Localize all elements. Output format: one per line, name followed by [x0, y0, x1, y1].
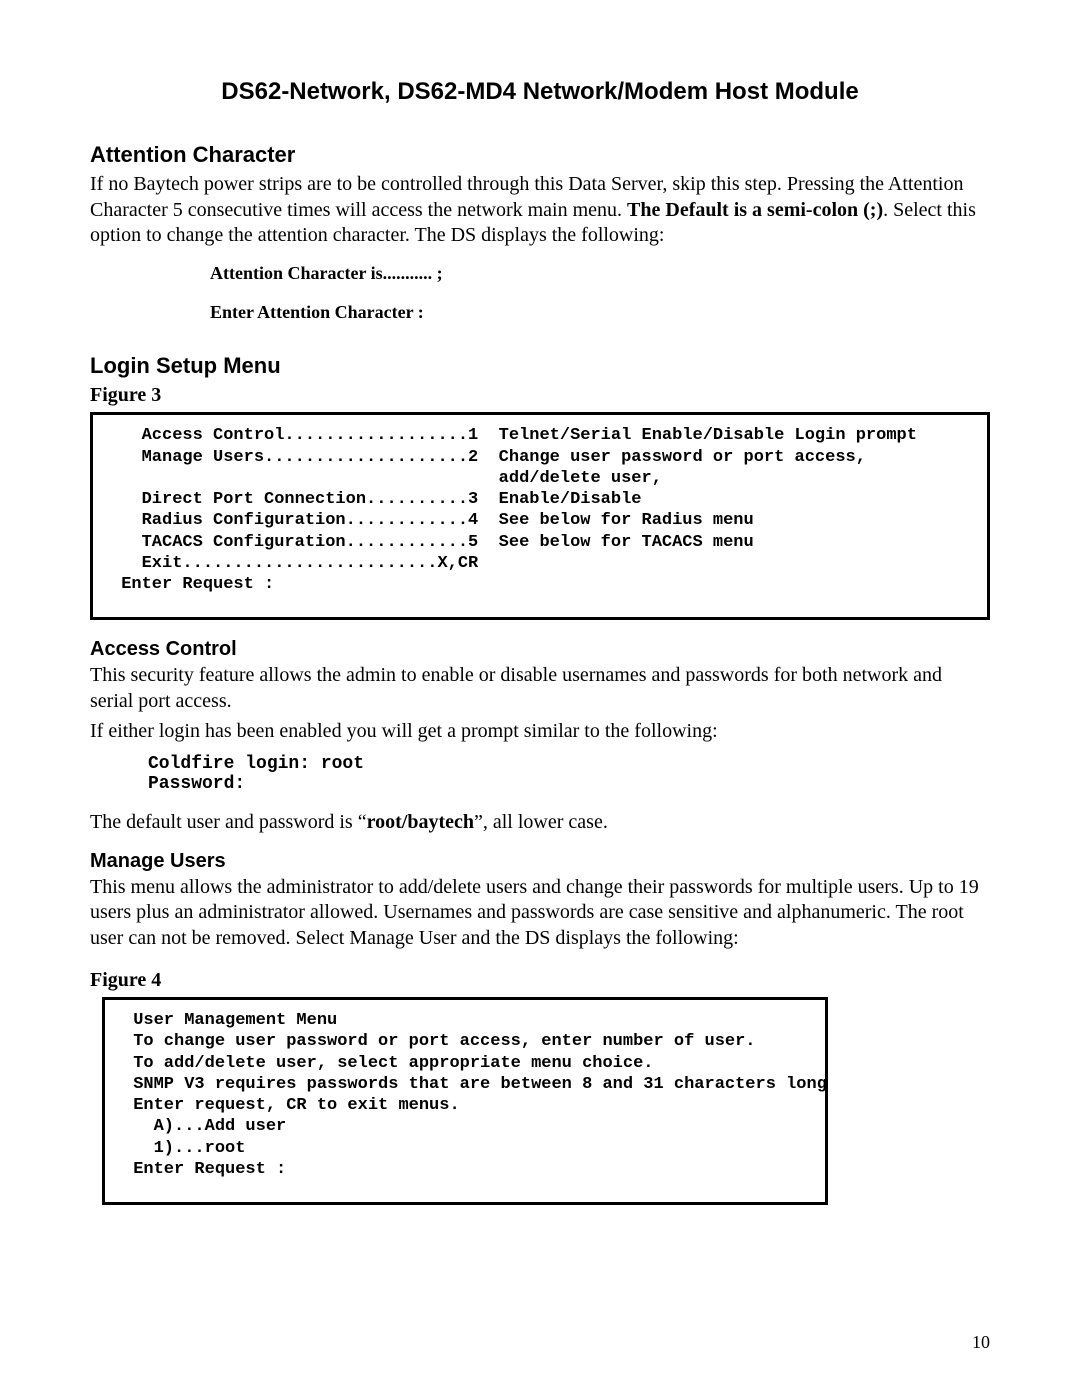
figure4-terminal: User Management Menu To change user pass…	[102, 997, 828, 1205]
access-control-para3: The default user and password is “root/b…	[90, 810, 990, 836]
subsection-access-control: Access Control	[90, 638, 990, 661]
access-control-para2: If either login has been enabled you wil…	[90, 719, 990, 745]
section-attention-character: Attention Character	[90, 142, 990, 168]
page-title: DS62-Network, DS62-MD4 Network/Modem Hos…	[90, 78, 990, 106]
ac-para3-bold: root/baytech	[367, 811, 474, 833]
subsection-manage-users: Manage Users	[90, 850, 990, 873]
figure4-label: Figure 4	[90, 968, 990, 994]
ac-para3-post: ”, all lower case.	[474, 811, 608, 833]
manage-users-para: This menu allows the administrator to ad…	[90, 875, 990, 952]
figure3-terminal: Access Control..................1 Telnet…	[90, 412, 990, 620]
ac-para3-pre: The default user and password is “	[90, 811, 367, 833]
attention-paragraph: If no Baytech power strips are to be con…	[90, 172, 990, 249]
document-page: DS62-Network, DS62-MD4 Network/Modem Hos…	[0, 0, 1080, 1397]
attention-output-line2: Enter Attention Character :	[210, 302, 990, 323]
figure3-label: Figure 3	[90, 383, 990, 409]
section-login-setup: Login Setup Menu	[90, 353, 990, 379]
access-control-para1: This security feature allows the admin t…	[90, 663, 990, 714]
attention-para-bold: The Default is a semi-colon (;)	[627, 199, 883, 221]
page-number: 10	[972, 1332, 990, 1353]
login-prompt-block: Coldfire login: root Password:	[148, 754, 990, 794]
attention-output-block: Attention Character is........... ; Ente…	[210, 263, 990, 323]
attention-output-line1: Attention Character is........... ;	[210, 263, 990, 284]
